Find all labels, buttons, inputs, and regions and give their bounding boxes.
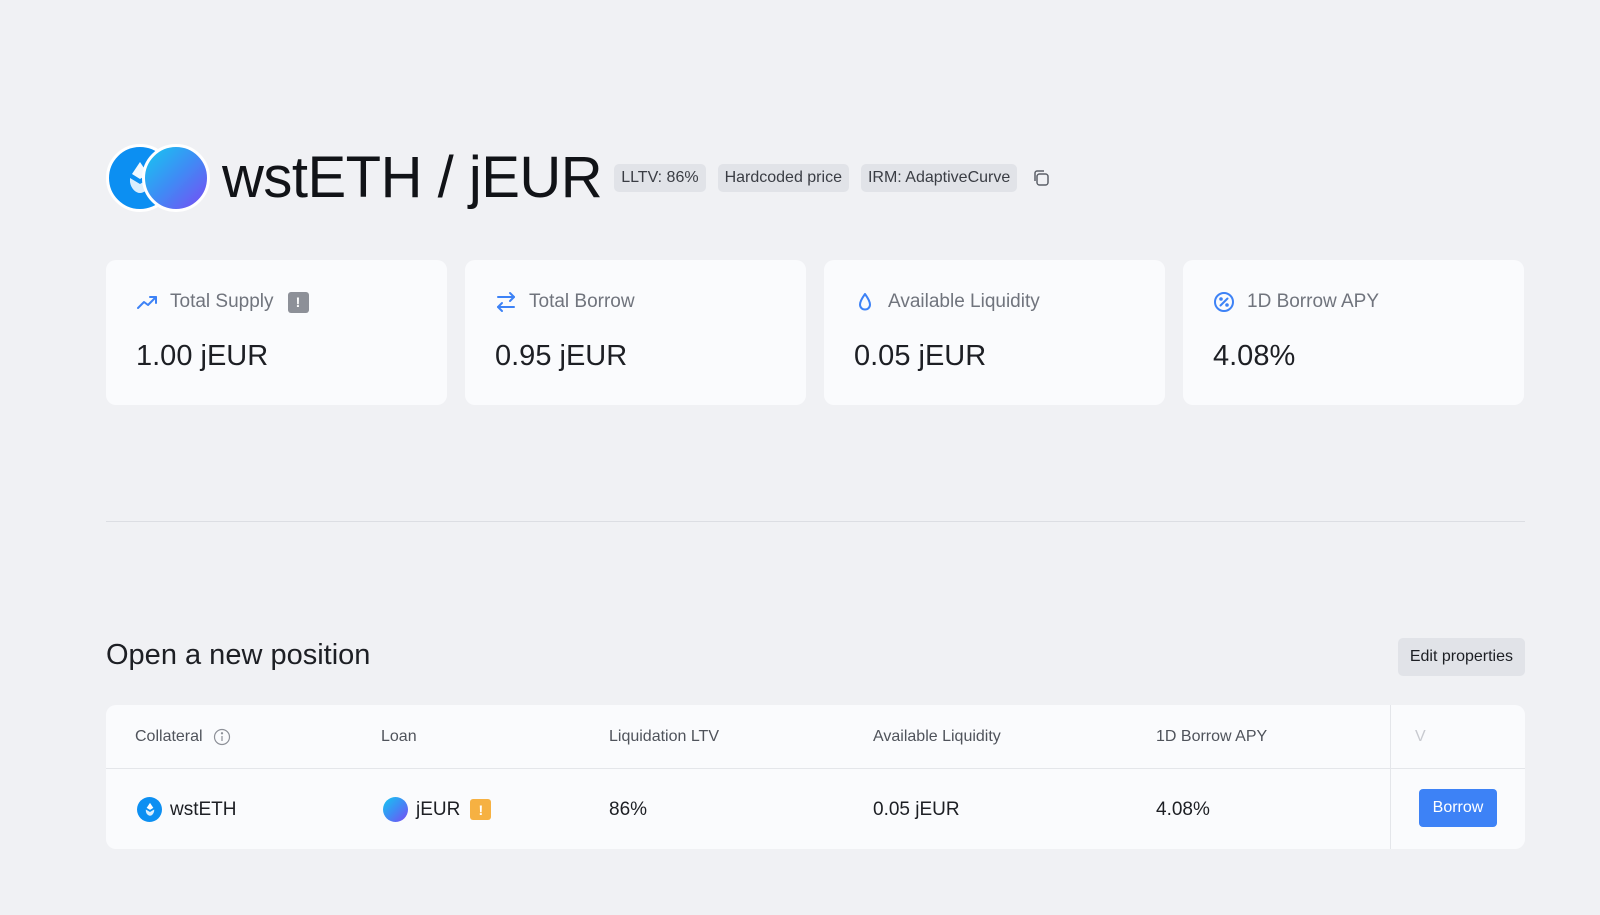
stat-card-borrow-apy: 1D Borrow APY 4.08% xyxy=(1183,260,1524,405)
stat-value: 0.95 jEUR xyxy=(495,340,628,372)
section-divider xyxy=(106,521,1525,522)
warning-icon[interactable]: ! xyxy=(287,291,309,313)
stat-label: 1D Borrow APY xyxy=(1247,291,1379,312)
jeur-logo-icon xyxy=(142,144,210,212)
warning-icon[interactable]: ! xyxy=(470,799,492,820)
stat-value: 4.08% xyxy=(1213,340,1296,372)
action-column: V Borrow xyxy=(1390,705,1525,849)
loan-asset: jEUR xyxy=(416,798,461,820)
stat-value: 1.00 jEUR xyxy=(136,340,269,372)
pair-logos xyxy=(106,144,210,212)
section-title: Open a new position xyxy=(106,639,371,671)
column-header-loan[interactable]: Loan xyxy=(381,705,417,769)
oracle-tag: Hardcoded price xyxy=(717,164,849,192)
liquidity-cell: 0.05 jEUR xyxy=(873,798,960,820)
column-header-truncated: V xyxy=(1415,728,1426,745)
column-header-borrow-apy[interactable]: 1D Borrow APY xyxy=(1156,705,1267,769)
stat-cards: Total Supply ! 1.00 jEUR Total Borrow 0.… xyxy=(106,260,1524,405)
borrow-button[interactable]: Borrow xyxy=(1419,789,1497,827)
lltv-tag: LLTV: 86% xyxy=(614,164,706,192)
stat-label: Available Liquidity xyxy=(888,291,1040,312)
stat-card-total-supply: Total Supply ! 1.00 jEUR xyxy=(106,260,447,405)
edit-properties-button[interactable]: Edit properties xyxy=(1397,638,1525,676)
copy-icon[interactable] xyxy=(1031,168,1051,188)
droplet-icon xyxy=(859,293,871,311)
apy-cell: 4.08% xyxy=(1156,798,1210,820)
column-header-collateral[interactable]: Collateral xyxy=(135,705,231,769)
trending-up-icon xyxy=(137,296,157,309)
jeur-logo-icon xyxy=(383,797,408,822)
market-header: wstETH / jEUR LLTV: 86% Hardcoded price … xyxy=(106,144,1051,212)
stat-label: Total Supply xyxy=(170,291,274,312)
stat-value: 0.05 jEUR xyxy=(854,340,987,372)
info-icon[interactable] xyxy=(213,728,231,746)
collateral-asset: wstETH xyxy=(170,798,237,820)
page-title: wstETH / jEUR xyxy=(222,145,603,210)
stat-label: Total Borrow xyxy=(529,291,635,312)
column-header-liquidation-ltv[interactable]: Liquidation LTV xyxy=(609,705,719,769)
irm-tag: IRM: AdaptiveCurve xyxy=(860,164,1018,192)
collateral-cell: wstETH xyxy=(137,770,237,849)
loan-cell: jEUR ! xyxy=(383,770,492,849)
swap-arrows-icon xyxy=(497,292,515,312)
lltv-cell: 86% xyxy=(609,798,648,820)
stat-card-available-liquidity: Available Liquidity 0.05 jEUR xyxy=(824,260,1165,405)
positions-table: Collateral Loan Liquidation LTV Availabl… xyxy=(106,705,1525,849)
wsteth-logo-icon xyxy=(137,797,162,822)
percent-circle-icon xyxy=(1214,292,1234,312)
column-header-available-liquidity[interactable]: Available Liquidity xyxy=(873,705,1001,769)
table-row[interactable]: wstETH jEUR ! 86% 0.05 jEUR 4.08% xyxy=(106,770,1525,849)
stat-card-total-borrow: Total Borrow 0.95 jEUR xyxy=(465,260,806,405)
table-header: Collateral Loan Liquidation LTV Availabl… xyxy=(106,705,1525,769)
